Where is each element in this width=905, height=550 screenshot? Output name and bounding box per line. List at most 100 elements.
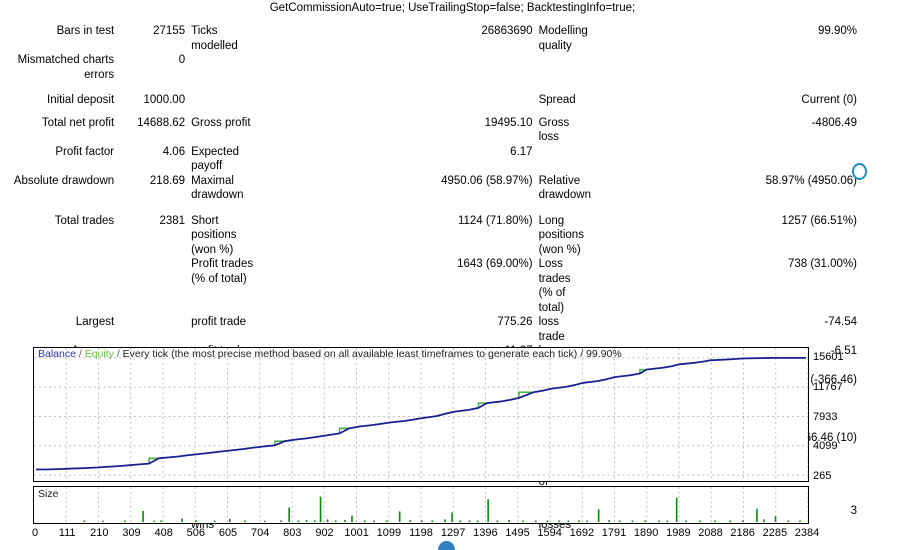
x-axis-tick: 2285 <box>763 527 787 540</box>
x-axis-tick: 309 <box>122 527 140 540</box>
spacer-cell <box>185 108 256 116</box>
size-bar <box>547 520 549 522</box>
legend-balance-label: Balance <box>38 348 76 360</box>
table-row: Largest profit trade 775.26 loss trade -… <box>0 315 905 344</box>
table-row: Bars in test 27155 Ticks modelled 268636… <box>0 24 905 53</box>
size-bar <box>314 520 316 522</box>
stat-label-empty-2 <box>533 53 583 82</box>
stat-label-total-trades: Total trades <box>0 214 120 258</box>
x-axis-tick: 2088 <box>698 527 722 540</box>
stat-value-modelling-quality: 99.90% <box>582 24 905 53</box>
size-bar <box>181 519 183 522</box>
size-bar <box>214 520 216 522</box>
stat-value-short-positions: 1124 (71.80%) <box>257 214 533 258</box>
spacer-cell <box>257 82 533 93</box>
x-axis-tick: 1001 <box>344 527 368 540</box>
size-bar <box>306 520 308 522</box>
size-bar <box>487 499 489 522</box>
size-bar <box>632 520 634 522</box>
spacer-cell <box>533 108 583 116</box>
size-bar <box>477 520 479 522</box>
stat-value-empty-2 <box>582 53 905 82</box>
stat-value-profit-factor: 4.06 <box>120 145 185 174</box>
stat-value-largest-profit-trade: 775.26 <box>257 315 533 344</box>
x-axis-tick: 2186 <box>730 527 754 540</box>
chart-x-axis: 0111210309408506605704803902100110991198… <box>0 527 905 543</box>
strategy-tester-report: GetCommissionAuto=true; UseTrailingStop=… <box>0 0 905 546</box>
x-axis-tick: 408 <box>154 527 172 540</box>
x-axis-tick: 902 <box>315 527 333 540</box>
stat-label-gross-profit: Gross profit <box>185 116 256 145</box>
stat-label-spread: Spread <box>533 93 583 108</box>
table-row: Mismatched charts errors 0 <box>0 53 905 82</box>
stat-label-short-positions: Short positions (won %) <box>185 214 256 258</box>
size-bar <box>578 520 580 522</box>
spacer-cell <box>257 108 533 116</box>
x-axis-tick: 0 <box>32 527 38 540</box>
size-bar <box>586 520 588 522</box>
size-bar <box>775 516 777 522</box>
x-axis-tick: 1297 <box>441 527 465 540</box>
stat-value-bars-in-test: 27155 <box>120 24 185 53</box>
size-bar <box>364 520 366 522</box>
x-axis-tick: 2384 <box>795 527 819 540</box>
lot-size-panel[interactable]: Size <box>33 486 809 524</box>
x-axis-tick: 210 <box>90 527 108 540</box>
y-axis-tick: 265 <box>813 471 831 482</box>
size-bars <box>34 487 808 523</box>
row-spacer <box>0 108 905 116</box>
spacer-cell <box>533 203 583 214</box>
size-bar <box>327 519 329 522</box>
size-bar <box>320 497 322 522</box>
size-bar <box>619 520 621 522</box>
x-axis-tick: 1198 <box>409 527 433 540</box>
size-bar <box>244 520 246 522</box>
size-bar <box>84 520 86 522</box>
size-bar <box>102 521 104 522</box>
row-spacer <box>0 82 905 93</box>
size-bar <box>409 520 411 522</box>
stat-value-maximal-drawdown: 4950.06 (58.97%) <box>257 174 533 203</box>
size-bar <box>742 520 744 522</box>
x-axis-tick: 1791 <box>602 527 626 540</box>
x-axis-tick: 1890 <box>634 527 658 540</box>
size-bar <box>508 520 510 522</box>
stat-value-total-net-profit: 14688.62 <box>120 116 185 145</box>
x-axis-tick: 605 <box>219 527 237 540</box>
spacer-cell <box>0 108 120 116</box>
y-axis-tick: 15601 <box>813 352 844 363</box>
chart-legend: Balance / Equity / Every tick (the most … <box>38 348 622 361</box>
x-axis-tick: 1692 <box>570 527 594 540</box>
stat-label-gross-loss: Gross loss <box>533 116 583 145</box>
stat-value-absolute-drawdown: 218.69 <box>120 174 185 203</box>
size-bar <box>667 520 669 522</box>
table-row: Total net profit 14688.62 Gross profit 1… <box>0 116 905 145</box>
stat-label-empty-1 <box>185 53 256 82</box>
x-axis-tick: 111 <box>59 527 76 540</box>
size-bar <box>351 516 353 522</box>
size-bar <box>568 520 570 522</box>
legend-method-description: Every tick (the most precise method base… <box>123 348 622 360</box>
chart-y-axis: 156011176779334099265 <box>813 347 893 489</box>
stat-label-loss-trades: Loss trades (% of total) <box>533 257 583 315</box>
balance-equity-chart[interactable]: Balance / Equity / Every tick (the most … <box>33 347 809 482</box>
size-bar <box>160 520 162 522</box>
size-bar <box>729 520 731 522</box>
x-axis-tick: 803 <box>283 527 301 540</box>
size-bar <box>344 520 346 522</box>
stat-value-ticks-modelled: 26863690 <box>257 24 533 53</box>
spacer-cell <box>120 108 185 116</box>
ring-cursor-icon <box>852 163 867 180</box>
stat-label-profit-trades: Profit trades (% of total) <box>185 257 256 315</box>
stat-value-gross-profit: 19495.10 <box>257 116 533 145</box>
size-bar <box>756 509 758 522</box>
row-spacer <box>0 203 905 214</box>
stat-label-modelling-quality: Modelling quality <box>533 24 583 53</box>
stat-value-expected-payoff: 6.17 <box>257 145 533 174</box>
size-bar <box>459 520 461 522</box>
stat-value-empty-5 <box>120 257 185 315</box>
stat-value-long-positions: 1257 (66.51%) <box>582 214 905 258</box>
stat-value-loss-trades: 738 (31.00%) <box>582 257 905 315</box>
spacer-cell <box>120 203 185 214</box>
size-bar <box>124 520 126 522</box>
